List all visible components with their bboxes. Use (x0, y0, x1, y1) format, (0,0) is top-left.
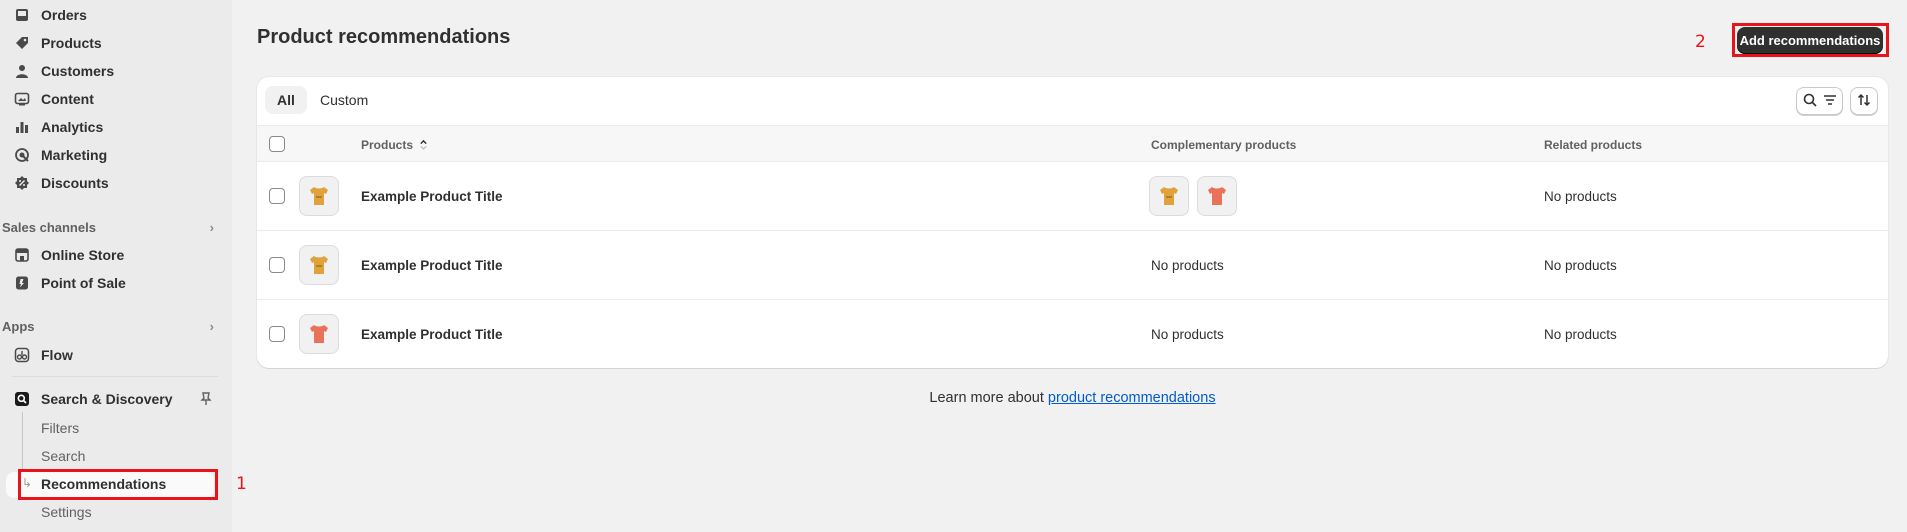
sort-chevron-icon (419, 138, 428, 151)
inbox-icon (13, 6, 31, 24)
related-products-value: No products (1544, 258, 1617, 273)
pos-icon (13, 274, 31, 292)
sort-button[interactable] (1850, 87, 1878, 115)
sidebar-item-flow[interactable]: Flow (0, 342, 222, 368)
sidebar-item-products[interactable]: Products (0, 30, 222, 56)
complementary-products-value: No products (1151, 327, 1224, 342)
tag-icon (13, 34, 31, 52)
product-recommendations-link[interactable]: product recommendations (1048, 390, 1216, 406)
column-header-complementary: Complementary products (1151, 137, 1297, 152)
sidebar-item-online-store[interactable]: Online Store (0, 242, 222, 268)
table-row[interactable]: Example Product Title No products (257, 162, 1888, 231)
subitem-filters[interactable]: Filters (41, 416, 79, 440)
select-all-checkbox[interactable] (269, 136, 285, 152)
related-products-value: No products (1544, 189, 1617, 204)
recommendations-card: All Custom Products Complementary produc… (257, 77, 1888, 368)
related-products-value: No products (1544, 327, 1617, 342)
sidebar-divider (12, 376, 218, 377)
sidebar-item-label: Discounts (41, 175, 109, 191)
product-thumbnail (299, 314, 339, 354)
complementary-thumbnail[interactable] (1149, 176, 1189, 216)
sidebar-item-analytics[interactable]: Analytics (0, 114, 222, 140)
bar-chart-icon (13, 118, 31, 136)
search-icon (1802, 92, 1818, 111)
table-row[interactable]: Example Product Title No products No pro… (257, 231, 1888, 300)
complementary-thumbnail[interactable] (1197, 176, 1237, 216)
sidebar-item-label: Point of Sale (41, 275, 126, 291)
tshirt-icon (310, 187, 328, 205)
chevron-right-icon: › (209, 219, 214, 235)
sidebar-item-point-of-sale[interactable]: Point of Sale (0, 270, 222, 296)
flow-icon (13, 346, 31, 364)
column-header-related: Related products (1544, 137, 1643, 152)
person-icon (13, 62, 31, 80)
tab-custom[interactable]: Custom (308, 86, 380, 114)
tshirt-icon (310, 256, 328, 274)
annotation-box-2 (1732, 23, 1889, 57)
annotation-number-1: 1 (236, 474, 247, 494)
tshirt-icon (1208, 187, 1226, 205)
sales-channels-heading[interactable]: Sales channels › (2, 216, 214, 238)
target-icon (13, 146, 31, 164)
row-checkbox[interactable] (269, 188, 285, 204)
column-header-products[interactable]: Products (361, 126, 428, 163)
apps-heading[interactable]: Apps › (2, 315, 214, 337)
sidebar-item-label: Flow (41, 347, 73, 363)
product-title[interactable]: Example Product Title (361, 162, 503, 231)
chevron-right-icon: › (209, 318, 214, 334)
sidebar: Orders Products Customers Content Analyt… (0, 0, 232, 532)
product-thumbnail (299, 245, 339, 285)
sidebar-item-label: Content (41, 91, 94, 107)
store-icon (13, 246, 31, 264)
sidebar-item-content[interactable]: Content (0, 86, 222, 112)
search-filter-button[interactable] (1796, 87, 1843, 115)
sidebar-item-customers[interactable]: Customers (0, 58, 222, 84)
row-checkbox[interactable] (269, 326, 285, 342)
page-title: Product recommendations (257, 26, 511, 48)
subitem-search[interactable]: Search (41, 444, 85, 468)
discount-icon (13, 174, 31, 192)
table-row[interactable]: Example Product Title No products No pro… (257, 300, 1888, 368)
tshirt-icon (310, 325, 328, 343)
row-checkbox[interactable] (269, 257, 285, 273)
sidebar-item-orders[interactable]: Orders (0, 2, 222, 28)
sidebar-item-label: Customers (41, 63, 115, 79)
sort-arrows-icon (1856, 92, 1872, 111)
image-icon (13, 90, 31, 108)
product-thumbnail (299, 176, 339, 216)
complementary-products-value: No products (1151, 258, 1224, 273)
tab-all[interactable]: All (265, 86, 307, 114)
product-title[interactable]: Example Product Title (361, 300, 503, 368)
learn-more-prefix: Learn more about (929, 390, 1048, 406)
sidebar-item-label: Marketing (41, 147, 108, 163)
annotation-number-2: 2 (1695, 32, 1706, 52)
tshirt-icon (1160, 187, 1178, 205)
sidebar-item-label: Analytics (41, 119, 104, 135)
sidebar-item-marketing[interactable]: Marketing (0, 142, 222, 168)
table-header: Products Complementary products Related … (257, 125, 1888, 162)
subitem-settings[interactable]: Settings (41, 500, 92, 524)
filter-lines-icon (1822, 92, 1838, 111)
sidebar-item-label: Products (41, 35, 102, 51)
product-title[interactable]: Example Product Title (361, 231, 503, 300)
sidebar-item-label: Orders (41, 7, 87, 23)
learn-more-footer: Learn more about product recommendations (0, 390, 1907, 406)
sidebar-item-label: Online Store (41, 247, 125, 263)
annotation-box-1 (18, 469, 218, 500)
sidebar-item-discounts[interactable]: Discounts (0, 170, 222, 196)
